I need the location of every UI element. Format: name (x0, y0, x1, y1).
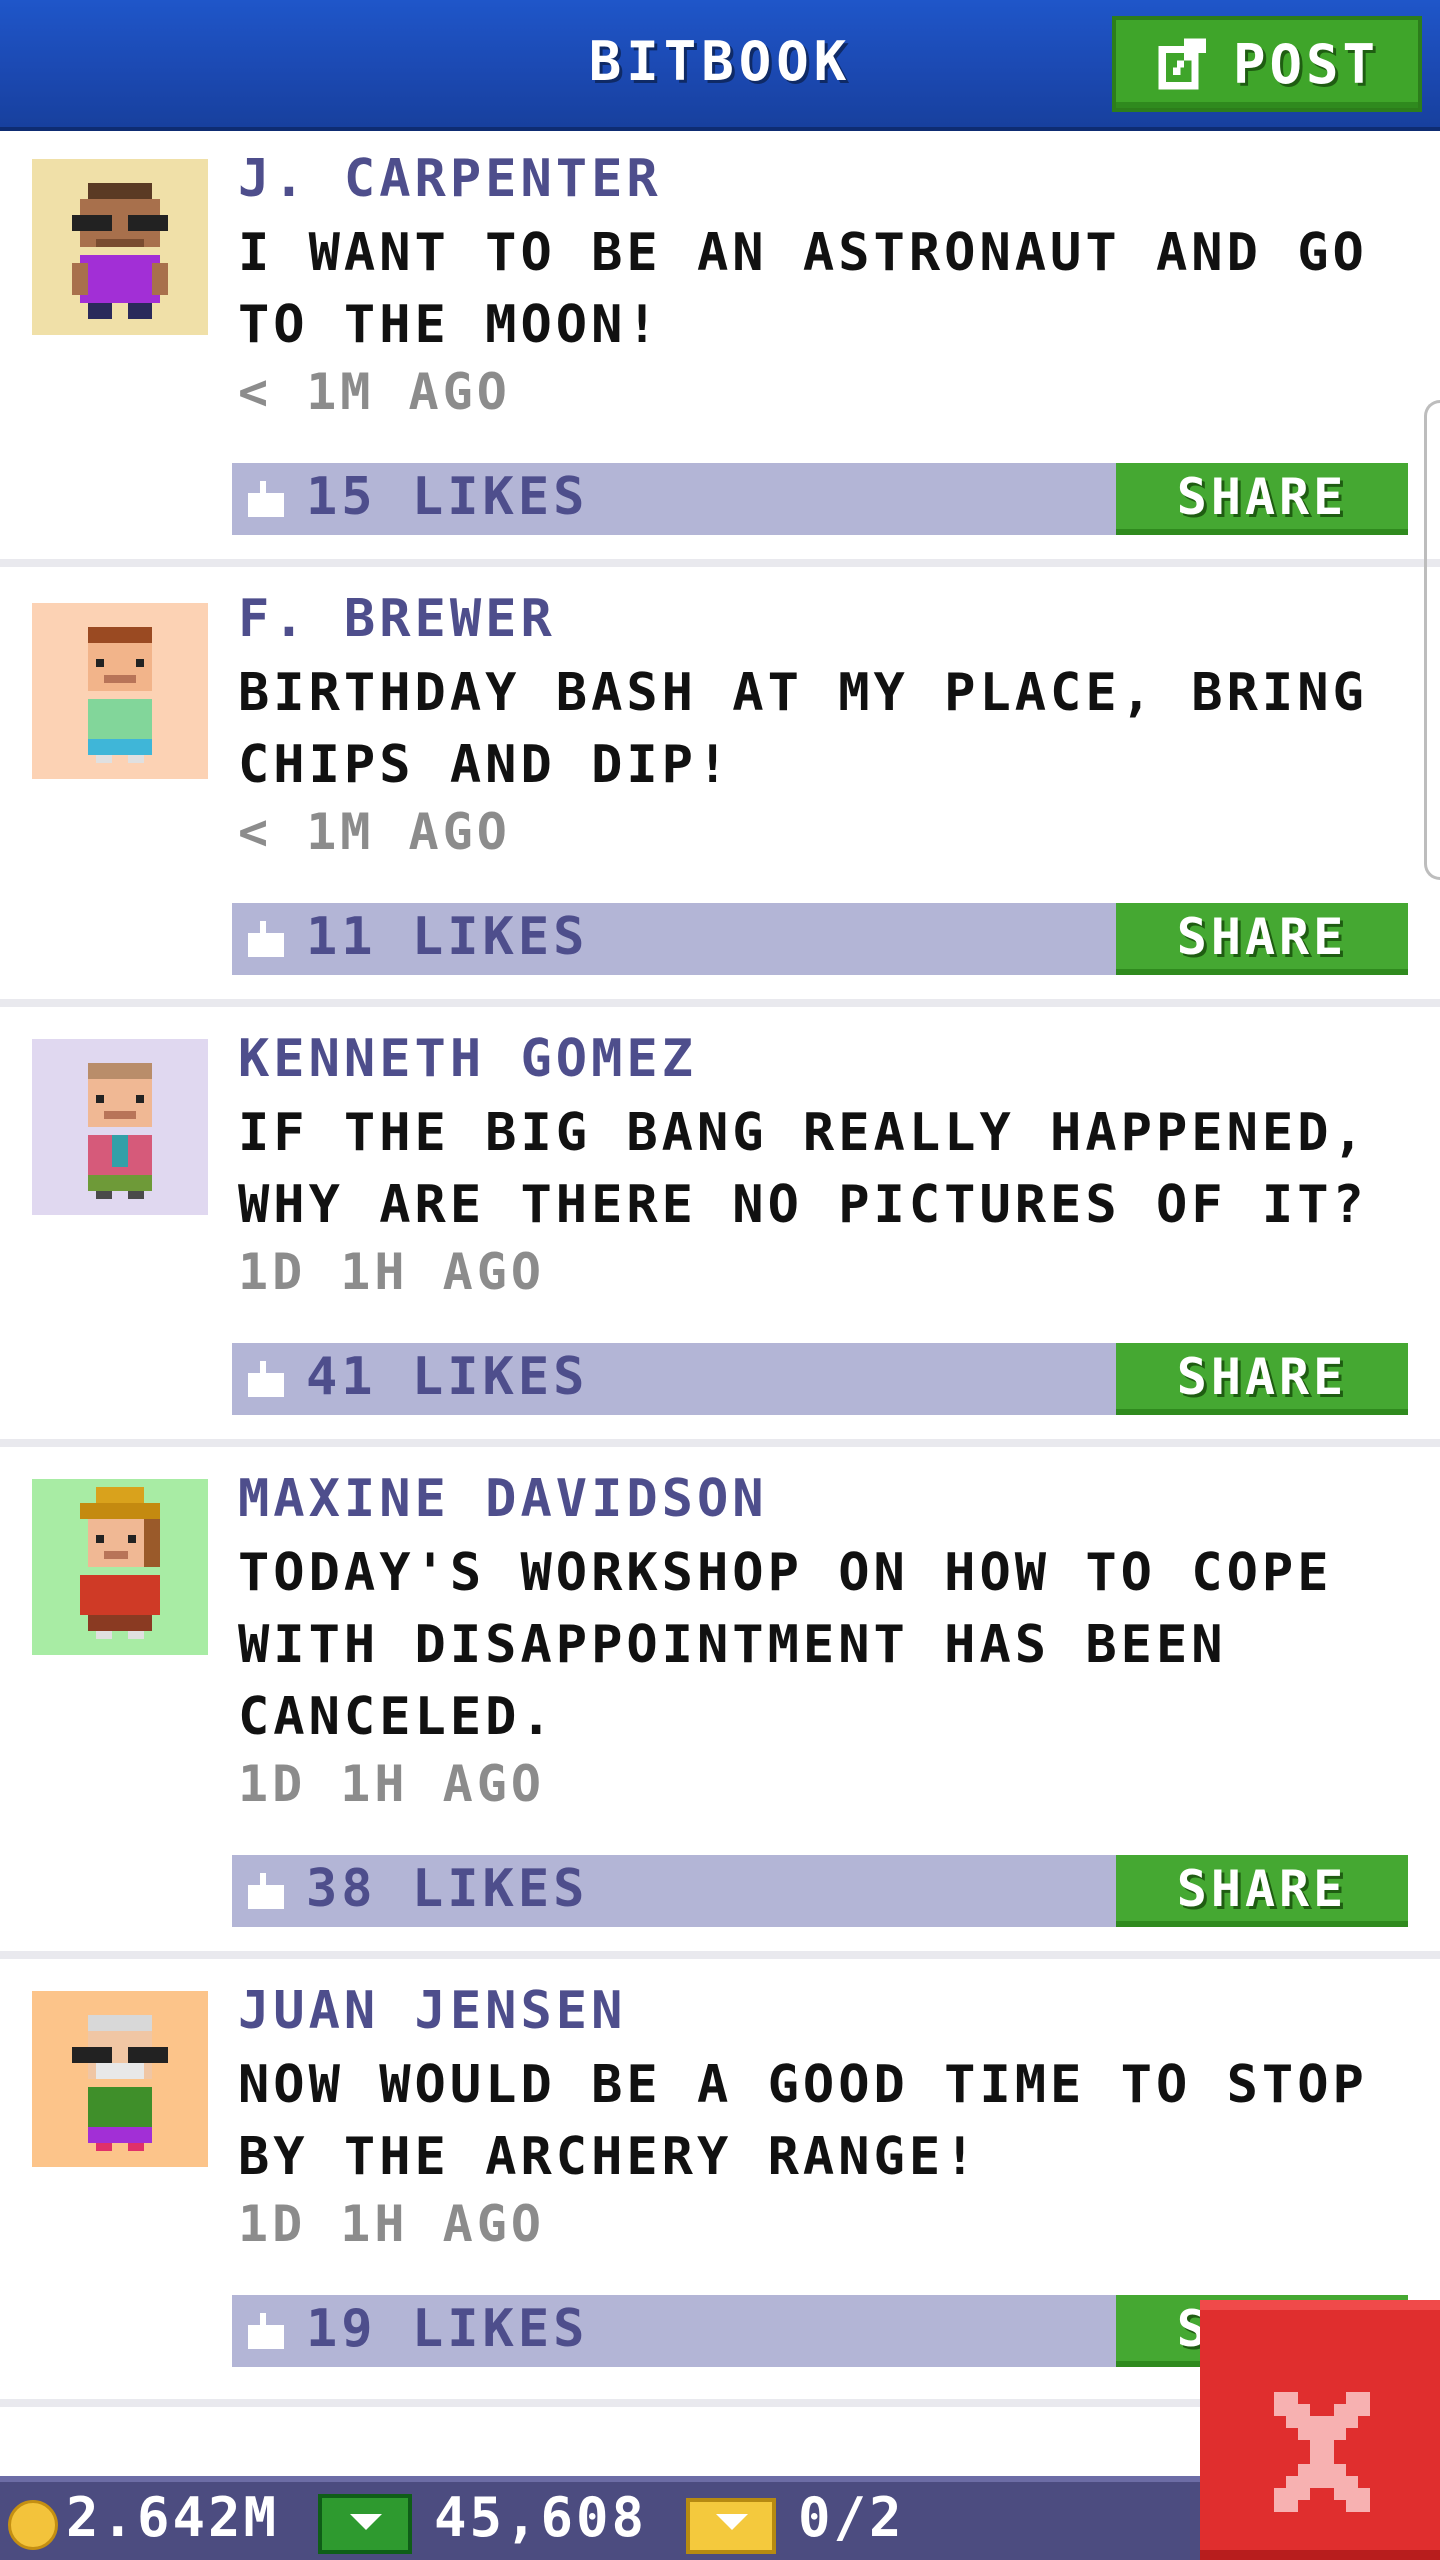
post-author[interactable]: KENNETH GOMEZ (238, 1029, 697, 1089)
post-message: IF THE BIG BANG REALLY HAPPENED, WHY ARE… (238, 1103, 1368, 1235)
likes-count: 15 LIKES (306, 467, 589, 527)
post-author[interactable]: MAXINE DAVIDSON (238, 1469, 768, 1529)
avatar-image (32, 1991, 208, 2167)
share-button[interactable]: SHARE (1116, 1855, 1408, 1927)
scrollbar[interactable] (1424, 400, 1440, 880)
feed-post: J. CARPENTER I WANT TO BE AN ASTRONAUT A… (0, 131, 1440, 559)
share-button[interactable]: SHARE (1116, 463, 1408, 535)
ticket-icon (686, 2498, 776, 2554)
thumbs-up-icon (248, 481, 284, 517)
post-message: NOW WOULD BE A GOOD TIME TO STOP BY THE … (238, 2055, 1368, 2187)
like-bar[interactable]: 41 LIKES SHARE (232, 1343, 1408, 1415)
post-message: BIRTHDAY BASH AT MY PLACE, BRING CHIPS A… (238, 663, 1368, 795)
coin-icon (8, 2500, 58, 2550)
likes-count: 11 LIKES (306, 907, 589, 967)
divider (0, 1951, 1440, 1959)
post-message: TODAY'S WORKSHOP ON HOW TO COPE WITH DIS… (238, 1543, 1333, 1747)
thumbs-up-icon (248, 921, 284, 957)
post-timestamp: < 1M AGO (238, 803, 511, 861)
feed-post: F. BREWER BIRTHDAY BASH AT MY PLACE, BRI… (0, 567, 1440, 999)
thumbs-up-icon (248, 1361, 284, 1397)
post-message: I WANT TO BE AN ASTRONAUT AND GO TO THE … (238, 223, 1368, 355)
avatar-image (32, 603, 208, 779)
like-bar[interactable]: 38 LIKES SHARE (232, 1855, 1408, 1927)
avatar[interactable] (32, 603, 208, 779)
likes-count: 19 LIKES (306, 2299, 589, 2359)
post-button[interactable]: POST (1112, 16, 1422, 112)
like-bar[interactable]: 15 LIKES SHARE (232, 463, 1408, 535)
post-timestamp: < 1M AGO (238, 363, 511, 421)
post-author[interactable]: J. CARPENTER (238, 149, 662, 209)
tickets-count: 0/2 (798, 2486, 905, 2549)
post-author[interactable]: JUAN JENSEN (238, 1981, 626, 2041)
avatar[interactable] (32, 1039, 208, 1215)
avatar-image (32, 1479, 208, 1655)
like-bar[interactable]: 11 LIKES SHARE (232, 903, 1408, 975)
post-timestamp: 1D 1H AGO (238, 1755, 545, 1813)
coins-count: 2.642M (66, 2486, 280, 2549)
divider (0, 559, 1440, 567)
bux-count: 45,608 (434, 2486, 648, 2549)
close-button[interactable] (1200, 2300, 1440, 2560)
feed-post: KENNETH GOMEZ IF THE BIG BANG REALLY HAP… (0, 1007, 1440, 1439)
post-author[interactable]: F. BREWER (238, 589, 556, 649)
post-button-label: POST (1232, 32, 1380, 96)
close-icon (1274, 2392, 1370, 2512)
avatar[interactable] (32, 1479, 208, 1655)
feed-post: MAXINE DAVIDSON TODAY'S WORKSHOP ON HOW … (0, 1447, 1440, 1951)
bux-icon (318, 2494, 412, 2554)
likes-count: 38 LIKES (306, 1859, 589, 1919)
share-button[interactable]: SHARE (1116, 903, 1408, 975)
edit-icon (1158, 38, 1206, 90)
app-header: BITBOOK POST (0, 0, 1440, 131)
post-timestamp: 1D 1H AGO (238, 2195, 545, 2253)
divider (0, 999, 1440, 1007)
thumbs-up-icon (248, 1873, 284, 1909)
share-button[interactable]: SHARE (1116, 1343, 1408, 1415)
likes-count: 41 LIKES (306, 1347, 589, 1407)
thumbs-up-icon (248, 2313, 284, 2349)
divider (0, 1439, 1440, 1447)
avatar-image (32, 1039, 208, 1215)
avatar[interactable] (32, 1991, 208, 2167)
post-timestamp: 1D 1H AGO (238, 1243, 545, 1301)
avatar[interactable] (32, 159, 208, 335)
avatar-image (32, 159, 208, 335)
